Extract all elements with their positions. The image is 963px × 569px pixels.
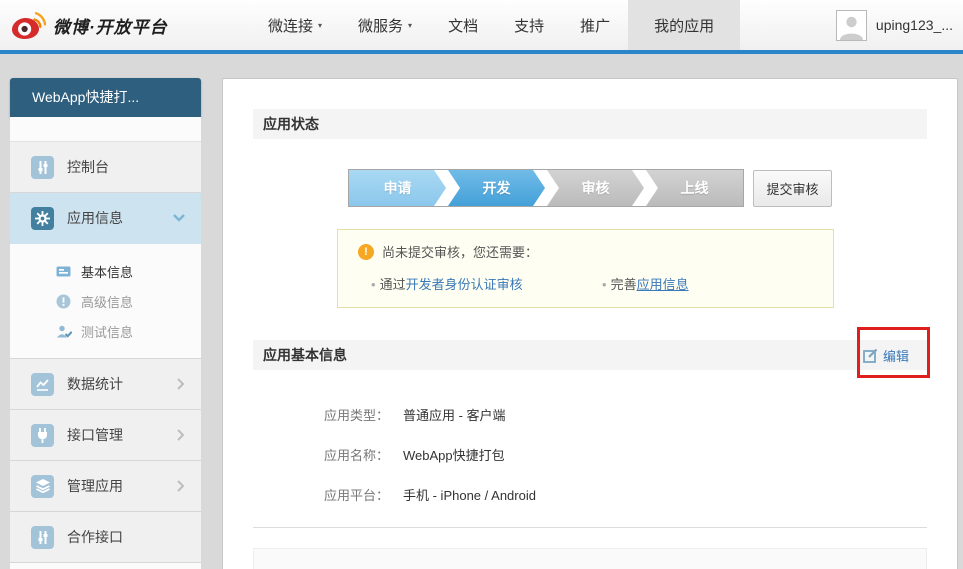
sidebar-item-manage-apps[interactable]: 管理应用 [10, 461, 201, 512]
edit-pencil-icon [863, 348, 878, 363]
chevron-right-icon [177, 429, 185, 441]
field-app-platform: 应用平台： 手机 - iPhone / Android [253, 474, 927, 514]
chevron-right-icon [177, 378, 185, 390]
user-area[interactable]: uping123_... [836, 0, 953, 50]
sidebar-app-name: WebApp快捷打... [10, 78, 201, 117]
identity-review-link[interactable]: 开发者身份认证审核 [406, 277, 523, 292]
nav-docs[interactable]: 文档 [430, 0, 496, 50]
field-apple-id: Apple ID： 11223344 [254, 557, 926, 569]
basic-info-fields: 应用类型： 普通应用 - 客户端 应用名称： WebApp快捷打包 应用平台： … [253, 394, 927, 514]
gear-icon [31, 207, 54, 230]
weibo-logo[interactable]: 微博·开放平台 [12, 0, 202, 50]
chevron-right-icon [177, 480, 185, 492]
field-app-type: 应用类型： 普通应用 - 客户端 [253, 394, 927, 434]
notice-item-app-info: •完善应用信息 [602, 274, 833, 293]
nav-support[interactable]: 支持 [496, 0, 562, 50]
chevron-down-icon: ▾ [318, 21, 322, 30]
sidebar-item-data-stats[interactable]: 数据统计 [10, 359, 201, 410]
sliders-icon [31, 526, 54, 549]
sidebar: WebApp快捷打... 控制台 应用信息 基本信息 高级信息 [10, 78, 201, 569]
nav-micro-connect[interactable]: 微连接 ▾ [250, 0, 340, 50]
sidebar-subitem-basic-info[interactable]: 基本信息 [10, 256, 201, 286]
field-app-name: 应用名称： WebApp快捷打包 [253, 434, 927, 474]
review-notice-box: ! 尚未提交审核，您还需要： •通过开发者身份认证审核 •完善应用信息 [337, 229, 834, 308]
apple-id-box: Apple ID： 11223344 [253, 548, 927, 569]
logo-text: 微博·开放平台 [53, 13, 168, 38]
step-review: 审核 [547, 170, 644, 206]
sidebar-subitem-advanced-info[interactable]: 高级信息 [10, 286, 201, 316]
warning-icon: ! [358, 244, 374, 260]
basic-info-title: 应用基本信息 [263, 345, 863, 365]
chevron-down-icon [173, 214, 185, 222]
submit-review-button[interactable]: 提交审核 [753, 170, 832, 207]
card-icon [55, 265, 72, 278]
chevron-down-icon: ▾ [408, 21, 412, 30]
basic-info-header: 应用基本信息 编辑 [253, 340, 927, 370]
sidebar-partial-row [10, 563, 201, 569]
step-online: 上线 [646, 170, 743, 206]
app-info-link[interactable]: 应用信息 [637, 277, 689, 292]
bullet-icon: • [371, 277, 376, 292]
sidebar-item-app-info[interactable]: 应用信息 [10, 193, 201, 244]
plug-icon [31, 424, 54, 447]
section-divider [253, 527, 927, 528]
person-silhouette-icon [840, 14, 863, 40]
sidebar-item-cooperation-api[interactable]: 合作接口 [10, 512, 201, 563]
avatar[interactable] [836, 10, 867, 41]
chart-icon [31, 373, 54, 396]
username[interactable]: uping123_... [876, 17, 953, 33]
topbar: 微博·开放平台 微连接 ▾ 微服务 ▾ 文档 支持 推广 我的应用 uping1… [0, 0, 963, 54]
status-steps: 申请 开发 审核 上线 [348, 169, 744, 207]
console-sliders-icon [31, 156, 54, 179]
layers-icon [31, 475, 54, 498]
step-apply: 申请 [349, 170, 446, 206]
sidebar-item-api-management[interactable]: 接口管理 [10, 410, 201, 461]
sidebar-spacer [10, 117, 201, 142]
status-steps-row: 申请 开发 审核 上线 提交审核 [348, 169, 927, 207]
app-info-submenu: 基本信息 高级信息 测试信息 [10, 244, 201, 359]
app-status-header: 应用状态 [253, 109, 927, 139]
main-panel: 应用状态 申请 开发 审核 上线 提交审核 ! 尚未提交审核，您还需要： •通过… [222, 78, 958, 569]
step-develop: 开发 [448, 170, 545, 206]
sidebar-item-console[interactable]: 控制台 [10, 142, 201, 193]
weibo-eye-icon [12, 10, 46, 40]
nav-my-apps[interactable]: 我的应用 [628, 0, 740, 50]
nav-promotion[interactable]: 推广 [562, 0, 628, 50]
edit-button[interactable]: 编辑 [863, 346, 909, 365]
nav-micro-services[interactable]: 微服务 ▾ [340, 0, 430, 50]
notice-item-identity: •通过开发者身份认证审核 [371, 274, 602, 293]
top-nav: 微连接 ▾ 微服务 ▾ 文档 支持 推广 我的应用 [250, 0, 740, 50]
app-status-title: 应用状态 [263, 114, 917, 134]
bullet-icon: • [602, 277, 607, 292]
notice-title: 尚未提交审核，您还需要： [382, 242, 538, 261]
user-check-icon [55, 325, 72, 338]
exclamation-circle-icon [55, 294, 72, 309]
sidebar-subitem-test-info[interactable]: 测试信息 [10, 316, 201, 346]
